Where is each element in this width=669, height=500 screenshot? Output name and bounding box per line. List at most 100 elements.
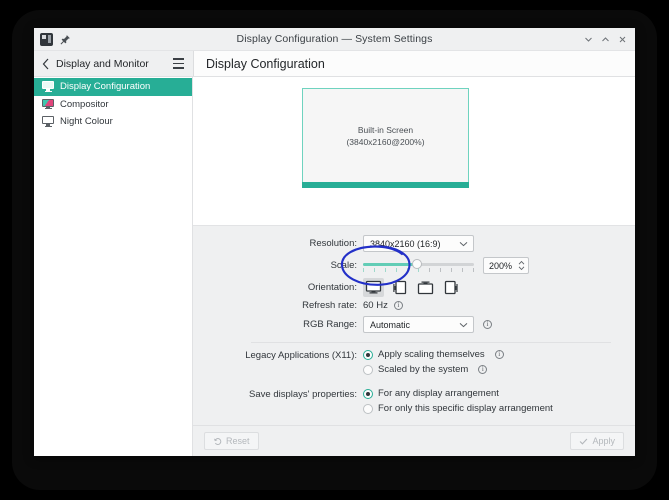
slider-track-fill bbox=[363, 262, 419, 266]
minimize-button[interactable] bbox=[580, 30, 597, 49]
window-controls bbox=[580, 30, 635, 49]
chevron-left-icon[interactable] bbox=[42, 58, 50, 70]
resolution-select[interactable]: 3840x2160 (16:9) bbox=[363, 235, 474, 252]
legacy-applications-label: Legacy Applications (X11): bbox=[245, 350, 357, 361]
orientation-row: Orientation: bbox=[193, 278, 635, 297]
scale-row: Scale: 200% bbox=[193, 245, 635, 286]
monitor-colored-icon bbox=[42, 98, 54, 110]
radio-button[interactable] bbox=[363, 403, 373, 414]
legacy-scaled-by-system-option[interactable]: Scaled by the system i bbox=[363, 364, 504, 375]
display-preview-screen[interactable]: Built-in Screen (3840x2160@200%) bbox=[301, 88, 470, 188]
footer-bar: Reset Apply bbox=[193, 425, 635, 456]
orientation-portrait-button[interactable] bbox=[389, 278, 410, 297]
content-area: Built-in Screen (3840x2160@200%) Resolut… bbox=[193, 77, 635, 456]
rgb-range-row: RGB Range: Automatic i bbox=[193, 316, 635, 333]
spinner-arrows-icon[interactable] bbox=[518, 260, 525, 271]
resolution-row: Resolution: 3840x2160 (16:9) bbox=[193, 235, 635, 252]
hamburger-menu-icon[interactable] bbox=[171, 56, 186, 71]
radio-button[interactable] bbox=[363, 349, 373, 360]
scale-value-spinbox[interactable]: 200% bbox=[340, 245, 529, 286]
rgb-range-control: Automatic i bbox=[363, 316, 492, 333]
chevron-down-icon bbox=[459, 241, 468, 247]
window-title: Display Configuration — System Settings bbox=[236, 33, 433, 45]
rgb-range-label: RGB Range: bbox=[303, 319, 357, 330]
sidebar-item-night-colour[interactable]: Night Colour bbox=[34, 113, 192, 131]
orientation-label: Orientation: bbox=[307, 282, 357, 293]
refresh-rate-control: 60 Hz i bbox=[363, 300, 403, 311]
landscape-icon bbox=[365, 280, 382, 294]
refresh-rate-row: Refresh rate: 60 Hz i bbox=[193, 300, 635, 311]
preview-screen-spec: (3840x2160@200%) bbox=[346, 136, 425, 147]
option-label: For any display arrangement bbox=[378, 388, 499, 399]
radio-button[interactable] bbox=[363, 364, 373, 375]
save-displays-group: Save displays' properties: For any displ… bbox=[193, 388, 635, 414]
system-settings-icon bbox=[40, 32, 53, 46]
chevron-down-icon bbox=[459, 322, 468, 328]
orientation-landscape-button[interactable] bbox=[363, 278, 384, 297]
option-label: Scaled by the system bbox=[378, 364, 469, 375]
header-strip: Display and Monitor Display Configuratio… bbox=[34, 51, 635, 77]
orientation-portrait-flipped-button[interactable] bbox=[441, 278, 462, 297]
display-preview-area: Built-in Screen (3840x2160@200%) bbox=[193, 77, 635, 225]
save-displays-label: Save displays' properties: bbox=[249, 389, 357, 400]
sidebar-item-label: Night Colour bbox=[60, 116, 113, 128]
monitor-icon bbox=[42, 81, 54, 92]
save-specific-arrangement-option[interactable]: For only this specific display arrangeme… bbox=[363, 403, 553, 414]
info-icon[interactable]: i bbox=[478, 365, 488, 374]
page-title: Display Configuration bbox=[206, 56, 325, 71]
rgb-range-select[interactable]: Automatic bbox=[363, 316, 474, 333]
scale-control: 200% bbox=[340, 245, 529, 286]
resolution-control: 3840x2160 (16:9) bbox=[363, 235, 474, 252]
scale-value: 200% bbox=[489, 260, 513, 271]
refresh-rate-label: Refresh rate: bbox=[302, 300, 357, 311]
reset-button[interactable]: Reset bbox=[204, 432, 259, 450]
resolution-label: Resolution: bbox=[309, 238, 357, 249]
landscape-flipped-icon bbox=[417, 281, 434, 295]
settings-panel: Resolution: 3840x2160 (16:9) Scale: 200%… bbox=[193, 225, 635, 425]
sidebar-item-compositor[interactable]: Compositor bbox=[34, 96, 192, 114]
back-label[interactable]: Display and Monitor bbox=[56, 58, 165, 70]
radio-button[interactable] bbox=[363, 388, 373, 399]
titlebar-left-icons bbox=[34, 32, 72, 46]
apply-label: Apply bbox=[592, 436, 615, 446]
sidebar-item-label: Display Configuration bbox=[60, 81, 151, 93]
option-label: Apply scaling themselves bbox=[378, 349, 485, 360]
close-button[interactable] bbox=[614, 30, 631, 49]
slider-handle[interactable] bbox=[412, 259, 422, 269]
system-settings-window: Display Configuration — System Settings bbox=[34, 28, 635, 456]
info-icon[interactable]: i bbox=[494, 350, 504, 359]
pin-icon[interactable] bbox=[59, 33, 72, 46]
sidebar-header: Display and Monitor bbox=[34, 51, 193, 76]
info-icon[interactable]: i bbox=[483, 320, 492, 329]
legacy-apply-scaling-option[interactable]: Apply scaling themselves i bbox=[363, 349, 504, 360]
window-titlebar[interactable]: Display Configuration — System Settings bbox=[34, 28, 635, 51]
reset-label: Reset bbox=[226, 436, 250, 446]
preview-primary-bar bbox=[301, 182, 470, 188]
preview-screen-name: Built-in Screen bbox=[357, 124, 414, 135]
orientation-control bbox=[363, 278, 462, 297]
refresh-rate-value: 60 Hz bbox=[363, 300, 388, 311]
portrait-flipped-icon bbox=[444, 280, 458, 295]
orientation-landscape-flipped-button[interactable] bbox=[415, 278, 436, 297]
option-label: For only this specific display arrangeme… bbox=[378, 403, 553, 414]
legacy-applications-options: Apply scaling themselves i Scaled by the… bbox=[363, 349, 504, 375]
info-icon[interactable]: i bbox=[393, 301, 403, 310]
monitor-icon bbox=[42, 116, 54, 127]
save-any-arrangement-option[interactable]: For any display arrangement bbox=[363, 388, 553, 399]
undo-icon bbox=[213, 437, 222, 446]
screenshot-root: Display Configuration — System Settings bbox=[0, 0, 669, 500]
page-header: Display Configuration bbox=[193, 51, 635, 76]
sidebar: Display Configuration Compositor Night C… bbox=[34, 77, 193, 456]
sidebar-item-display-configuration[interactable]: Display Configuration bbox=[34, 78, 192, 96]
window-body: Display Configuration Compositor Night C… bbox=[34, 77, 635, 456]
maximize-button[interactable] bbox=[597, 30, 614, 49]
resolution-value: 3840x2160 (16:9) bbox=[370, 238, 441, 249]
legacy-applications-group: Legacy Applications (X11): Apply scaling… bbox=[193, 349, 635, 375]
apply-button[interactable]: Apply bbox=[570, 432, 624, 450]
rgb-range-value: Automatic bbox=[370, 319, 411, 330]
portrait-icon bbox=[393, 280, 407, 295]
scale-slider[interactable] bbox=[363, 257, 474, 274]
scale-label: Scale: bbox=[330, 260, 357, 271]
sidebar-item-label: Compositor bbox=[60, 98, 109, 110]
section-divider bbox=[251, 342, 611, 343]
